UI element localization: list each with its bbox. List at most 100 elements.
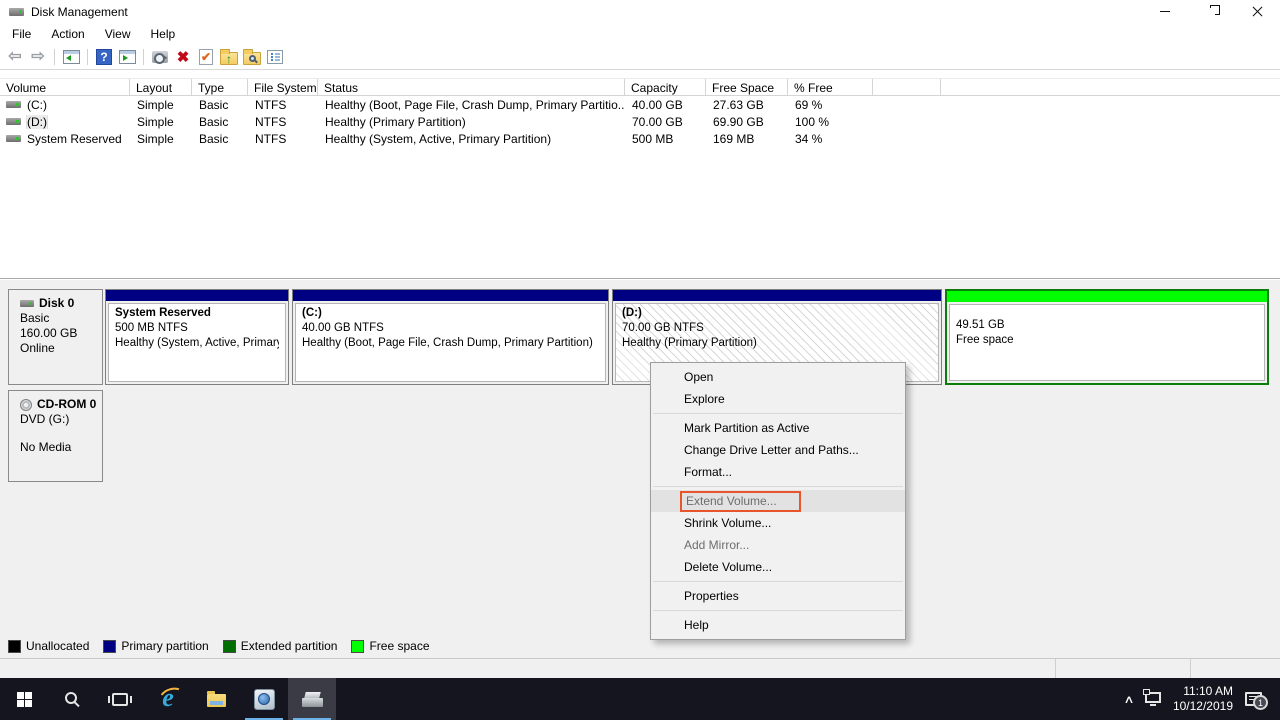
minimize-button[interactable] xyxy=(1142,0,1188,23)
disk-0-name: Disk 0 xyxy=(39,296,74,311)
context-menu-item[interactable]: Add Mirror... xyxy=(651,534,905,556)
search-button[interactable] xyxy=(48,678,96,720)
context-menu-item[interactable]: Extend Volume... xyxy=(651,490,905,512)
volume-name: (D:) xyxy=(27,115,47,129)
disk-management-window: Disk Management File Action View Help ⇦ … xyxy=(0,0,1280,678)
help-icon[interactable]: ? xyxy=(94,48,114,67)
action-center-icon[interactable]: 1 xyxy=(1245,692,1262,706)
context-menu-item[interactable]: Explore xyxy=(651,388,905,410)
properties-list-icon[interactable] xyxy=(265,48,285,67)
type-cell: Basic xyxy=(192,115,248,129)
start-button[interactable] xyxy=(0,678,48,720)
free-space-cell: 69.90 GB xyxy=(706,115,788,129)
context-menu-item[interactable]: Delete Volume... xyxy=(651,556,905,578)
volume-row[interactable]: System Reserved Simple Basic NTFS Health… xyxy=(0,130,1280,147)
partition-block[interactable]: 49.51 GB Free space xyxy=(945,289,1269,385)
up-arrow-glyph: ↑ xyxy=(226,53,232,65)
context-menu-item[interactable]: Open xyxy=(651,366,905,388)
file-explorer-button[interactable] xyxy=(192,678,240,720)
tray-chevron-icon[interactable]: ∧ xyxy=(1123,693,1134,706)
disk-management-taskbar-button[interactable] xyxy=(288,678,336,720)
toolbar-separator xyxy=(54,49,55,65)
partition-title: System Reserved xyxy=(115,306,279,321)
partition-block[interactable]: (C:) 40.00 GB NTFS Healthy (Boot, Page F… xyxy=(292,289,609,385)
context-menu-item-label: Change Drive Letter and Paths... xyxy=(684,443,859,457)
context-menu-item[interactable]: Format... xyxy=(651,461,905,483)
context-menu-item[interactable]: Mark Partition as Active xyxy=(651,417,905,439)
folder-explore-glyph xyxy=(243,52,261,65)
column-header[interactable]: Free Space xyxy=(706,79,788,95)
delete-icon[interactable]: ✖ xyxy=(173,48,193,67)
partition-size: 40.00 GB NTFS xyxy=(302,321,599,336)
disk-0-state: Online xyxy=(20,341,100,356)
column-header[interactable]: % Free xyxy=(788,79,873,95)
context-menu-item[interactable]: Shrink Volume... xyxy=(651,512,905,534)
menu-item[interactable]: Help xyxy=(141,24,186,44)
free-space-cell: 169 MB xyxy=(706,132,788,146)
legend-swatch xyxy=(223,640,236,653)
column-header[interactable]: Layout xyxy=(130,79,192,95)
cdrom-panel[interactable]: CD-ROM 0 DVD (G:) No Media xyxy=(8,390,103,482)
partition-status: Free space xyxy=(956,333,1258,348)
task-view-button[interactable] xyxy=(96,678,144,720)
volume-cell: (C:) xyxy=(0,98,130,112)
internet-explorer-button[interactable]: e xyxy=(144,678,192,720)
toolbar: ⇦ ⇨ ? ✖ ✔ ↑ xyxy=(0,45,1280,70)
task-view-icon xyxy=(112,693,128,706)
context-menu: Open Explore Mark Partition as Active Ch… xyxy=(650,362,906,640)
folder-up-icon[interactable]: ↑ xyxy=(219,48,239,67)
partition-color-bar xyxy=(106,290,288,301)
cdrom-drive-letter: DVD (G:) xyxy=(20,412,100,427)
type-cell: Basic xyxy=(192,132,248,146)
menu-item[interactable]: View xyxy=(95,24,141,44)
network-icon[interactable] xyxy=(1145,692,1161,703)
context-menu-item[interactable]: Properties xyxy=(651,585,905,607)
context-menu-item-label: Mark Partition as Active xyxy=(684,421,809,435)
volume-row[interactable]: (C:) Simple Basic NTFS Healthy (Boot, Pa… xyxy=(0,96,1280,113)
close-button[interactable] xyxy=(1234,0,1280,23)
partition-color-bar xyxy=(613,290,941,301)
disk-tool-button[interactable] xyxy=(240,678,288,720)
screen: Disk Management File Action View Help ⇦ … xyxy=(0,0,1280,720)
rescan-disks-icon[interactable] xyxy=(150,48,170,67)
column-header[interactable]: Volume xyxy=(0,79,130,95)
column-header[interactable]: Capacity xyxy=(625,79,706,95)
context-menu-item[interactable]: Change Drive Letter and Paths... xyxy=(651,439,905,461)
context-menu-item xyxy=(653,486,903,487)
toolbar-separator xyxy=(143,49,144,65)
partition-status: Healthy (Primary Partition) xyxy=(622,336,932,351)
minimize-icon xyxy=(1160,11,1170,12)
forward-icon[interactable]: ⇨ xyxy=(28,48,48,67)
internet-explorer-icon: e xyxy=(162,685,174,711)
partition-block[interactable]: System Reserved 500 MB NTFS Healthy (Sys… xyxy=(105,289,289,385)
clock-date: 10/12/2019 xyxy=(1173,699,1233,714)
menu-item[interactable]: Action xyxy=(41,24,94,44)
context-menu-item xyxy=(653,610,903,611)
column-header[interactable]: File System xyxy=(248,79,318,95)
taskbar-clock[interactable]: 11:10 AM 10/12/2019 xyxy=(1173,684,1233,714)
percent-free-cell: 100 % xyxy=(788,115,873,129)
folder-explore-icon[interactable] xyxy=(242,48,262,67)
status-bar-cell xyxy=(1055,659,1190,678)
column-header[interactable]: Type xyxy=(192,79,248,95)
filesystem-cell: NTFS xyxy=(248,132,318,146)
volume-cell: (D:) xyxy=(0,115,130,129)
check-disk-icon[interactable]: ✔ xyxy=(196,48,216,67)
volume-name: (C:) xyxy=(27,98,47,112)
column-header[interactable]: Status xyxy=(318,79,625,95)
back-icon[interactable]: ⇦ xyxy=(5,48,25,67)
menu-item[interactable]: File xyxy=(2,24,41,44)
disk-0-panel[interactable]: Disk 0 Basic 160.00 GB Online xyxy=(8,289,103,385)
column-header[interactable] xyxy=(873,79,941,95)
action-pane-icon[interactable] xyxy=(117,48,137,67)
volume-disk-icon xyxy=(6,118,21,125)
legend-label: Extended partition xyxy=(241,639,338,653)
context-menu-item-label: Shrink Volume... xyxy=(684,516,771,530)
status-cell: Healthy (Boot, Page File, Crash Dump, Pr… xyxy=(318,98,625,112)
restore-button[interactable] xyxy=(1188,0,1234,23)
cdrom-name: CD-ROM 0 xyxy=(37,397,96,412)
console-tree-icon[interactable] xyxy=(61,48,81,67)
disk-0-kind: Basic xyxy=(20,311,100,326)
volume-row[interactable]: (D:) Simple Basic NTFS Healthy (Primary … xyxy=(0,113,1280,130)
context-menu-item[interactable]: Help xyxy=(651,614,905,636)
